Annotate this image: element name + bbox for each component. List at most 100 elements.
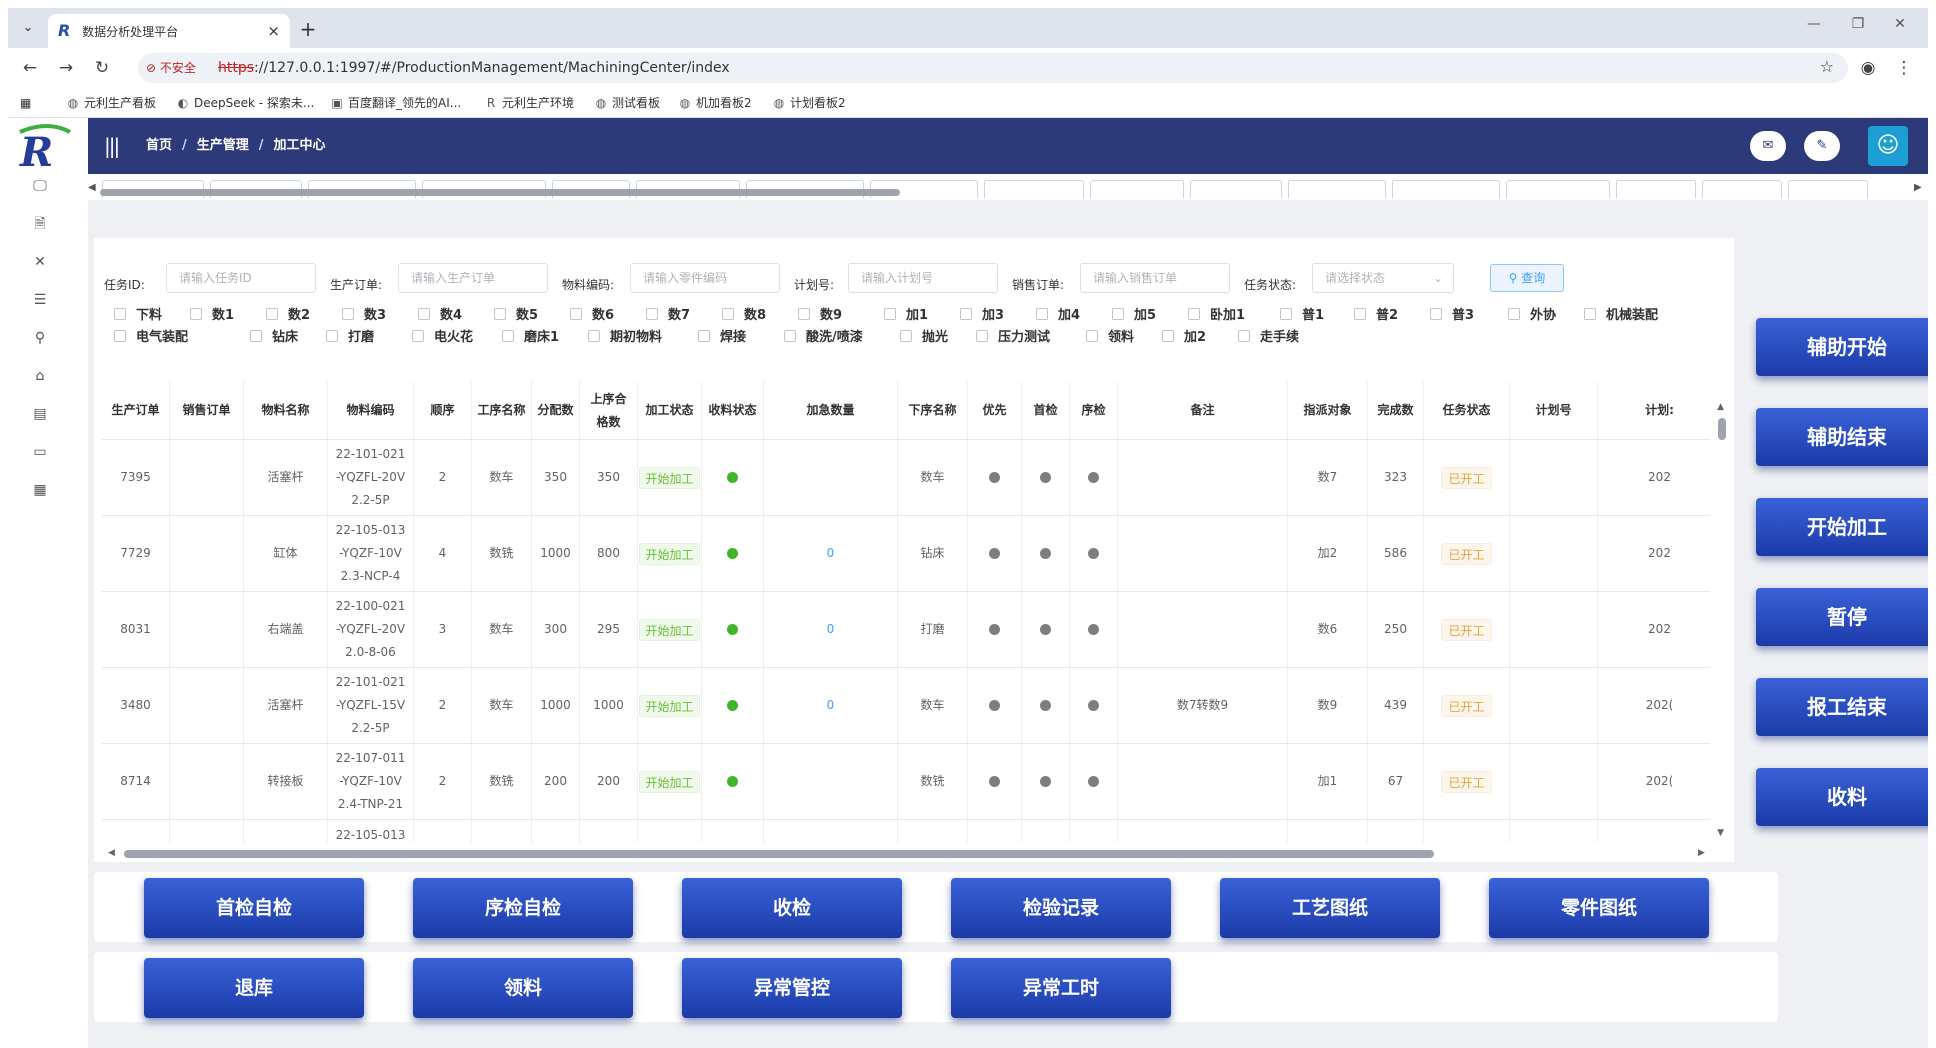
process-checkbox[interactable]: 数3 [342, 304, 386, 323]
production-order-input[interactable]: 请输入生产订单 [398, 263, 548, 293]
process-checkbox[interactable]: 电气装配 [114, 326, 188, 345]
checkbox-box[interactable] [1354, 308, 1366, 320]
process-checkbox[interactable]: 数2 [266, 304, 310, 323]
bookmark-item[interactable]: R 元利生产环境 [484, 88, 574, 118]
exception-control-button[interactable]: 异常管控 [682, 958, 902, 1018]
process-checkbox[interactable]: 数8 [722, 304, 766, 323]
process-inspection-button[interactable]: 序检自检 [413, 878, 633, 938]
process-checkbox[interactable]: 领料 [1086, 326, 1134, 345]
maximize-icon[interactable]: ❐ [1838, 16, 1878, 32]
column-header[interactable]: 下序名称 [898, 382, 968, 439]
column-header[interactable]: 销售订单 [170, 382, 244, 439]
column-header[interactable]: 完成数 [1368, 382, 1424, 439]
checkbox-box[interactable] [502, 330, 514, 342]
tags-scroll-right-icon[interactable]: ▶ [1914, 182, 1922, 193]
report-icon[interactable]: ▤ [30, 404, 50, 424]
column-header[interactable]: 物料编码 [328, 382, 414, 439]
document-search-icon[interactable]: 🗎 [30, 214, 50, 234]
mail-icon[interactable]: ✉ [1750, 131, 1786, 161]
plan-no-input[interactable]: 请输入计划号 [848, 263, 998, 293]
checkbox-box[interactable] [960, 308, 972, 320]
bookmark-item[interactable]: ▣ 百度翻译_领先的AI... [330, 88, 461, 118]
omnibox[interactable]: ⊘ 不安全 https://127.0.0.1:1997/#/Productio… [138, 53, 1848, 83]
bookmark-star-icon[interactable]: ☆ [1820, 57, 1834, 76]
checkbox-box[interactable] [418, 308, 430, 320]
sales-order-input[interactable]: 请输入销售订单 [1080, 263, 1230, 293]
exception-hours-button[interactable]: 异常工时 [951, 958, 1171, 1018]
first-inspection-button[interactable]: 首检自检 [144, 878, 364, 938]
process-checkbox[interactable]: 电火花 [412, 326, 473, 345]
inspection-records-button[interactable]: 检验记录 [951, 878, 1171, 938]
column-header[interactable]: 计划: [1598, 382, 1710, 439]
scroll-up-icon[interactable]: ▲ [1717, 402, 1724, 412]
browser-tab[interactable]: R 数据分析处理平台 × [48, 14, 290, 48]
process-checkbox[interactable]: 数5 [494, 304, 538, 323]
return-stock-button[interactable]: 退库 [144, 958, 364, 1018]
receive-material-button[interactable]: 收料 [1756, 768, 1928, 826]
process-checkbox[interactable]: 加3 [960, 304, 1004, 323]
urgent-quantity-link[interactable]: 0 [827, 542, 835, 565]
checkbox-box[interactable] [784, 330, 796, 342]
checkbox-box[interactable] [900, 330, 912, 342]
tag-view[interactable] [984, 180, 1084, 198]
process-checkbox[interactable]: 钻床 [250, 326, 298, 345]
process-checkbox[interactable]: 卧加1 [1188, 304, 1245, 323]
process-checkbox[interactable]: 酸洗/喷漆 [784, 326, 863, 345]
bookmark-item[interactable]: ◍ 元利生产看板 [66, 88, 156, 118]
checkbox-box[interactable] [976, 330, 988, 342]
urgent-quantity-link[interactable]: 0 [827, 618, 835, 641]
minimize-icon[interactable]: — [1794, 16, 1834, 32]
start-processing-button[interactable]: 开始加工 [1756, 498, 1928, 556]
window-close-icon[interactable]: ✕ [1880, 16, 1920, 32]
pause-button[interactable]: 暂停 [1756, 588, 1928, 646]
screen-icon[interactable]: ▭ [30, 442, 50, 462]
reload-icon[interactable]: ↻ [90, 56, 114, 80]
edit-icon[interactable]: ✎ [1804, 131, 1840, 161]
column-header[interactable]: 收料状态 [702, 382, 764, 439]
process-checkbox[interactable]: 走手续 [1238, 326, 1299, 345]
checkbox-box[interactable] [1188, 308, 1200, 320]
tag-view[interactable] [1702, 180, 1782, 198]
checkbox-box[interactable] [588, 330, 600, 342]
checkbox-box[interactable] [698, 330, 710, 342]
process-checkbox[interactable]: 加1 [884, 304, 928, 323]
checkbox-box[interactable] [570, 308, 582, 320]
process-checkbox[interactable]: 打磨 [326, 326, 374, 345]
column-header[interactable]: 首检 [1022, 382, 1070, 439]
menu-icon[interactable]: ⋮ [1892, 56, 1916, 80]
checkbox-box[interactable] [1086, 330, 1098, 342]
column-header[interactable]: 加工状态 [638, 382, 702, 439]
column-header[interactable]: 工序名称 [472, 382, 532, 439]
table-row[interactable]: 22-105-013-Y [102, 820, 1710, 842]
stamp-icon[interactable]: ⚲ [30, 328, 50, 348]
task-id-input[interactable]: 请输入任务ID [166, 263, 316, 293]
checkbox-box[interactable] [884, 308, 896, 320]
checkbox-box[interactable] [342, 308, 354, 320]
process-checkbox[interactable]: 普1 [1280, 304, 1324, 323]
tag-view[interactable] [1392, 180, 1500, 198]
column-header[interactable]: 加急数量 [764, 382, 898, 439]
checkbox-box[interactable] [798, 308, 810, 320]
search-button[interactable]: ⚲ 查询 [1490, 264, 1564, 292]
table-row[interactable]: 8714 转接板 22-107-011-YQZF-10V2.4-TNP-21 2 数铣 2… [102, 744, 1710, 820]
column-header[interactable]: 序检 [1070, 382, 1118, 439]
process-checkbox[interactable]: 普3 [1430, 304, 1474, 323]
receive-inspection-button[interactable]: 收检 [682, 878, 902, 938]
security-warning[interactable]: ⊘ 不安全 [146, 59, 196, 77]
bookmark-item[interactable]: ◍ 测试看板 [594, 88, 660, 118]
column-header[interactable]: 顺序 [414, 382, 472, 439]
process-checkbox[interactable]: 焊接 [698, 326, 746, 345]
forward-icon[interactable]: → [54, 56, 78, 80]
table-row[interactable]: 7395 活塞杆 22-101-021-YQZFL-20V2.2-5P 2 数车 350 3… [102, 440, 1710, 516]
assist-end-button[interactable]: 辅助结束 [1756, 408, 1928, 466]
checkbox-box[interactable] [722, 308, 734, 320]
apps-grid-icon[interactable]: ▦ [20, 88, 31, 118]
process-checkbox[interactable]: 数6 [570, 304, 614, 323]
bookmark-item[interactable]: ◐ DeepSeek - 探索未... [176, 88, 315, 118]
tag-view[interactable] [1190, 180, 1282, 198]
tag-view[interactable] [1616, 180, 1696, 198]
checkbox-box[interactable] [646, 308, 658, 320]
checkbox-box[interactable] [494, 308, 506, 320]
process-checkbox[interactable]: 期初物料 [588, 326, 662, 345]
list-icon[interactable]: ☰ [30, 290, 50, 310]
